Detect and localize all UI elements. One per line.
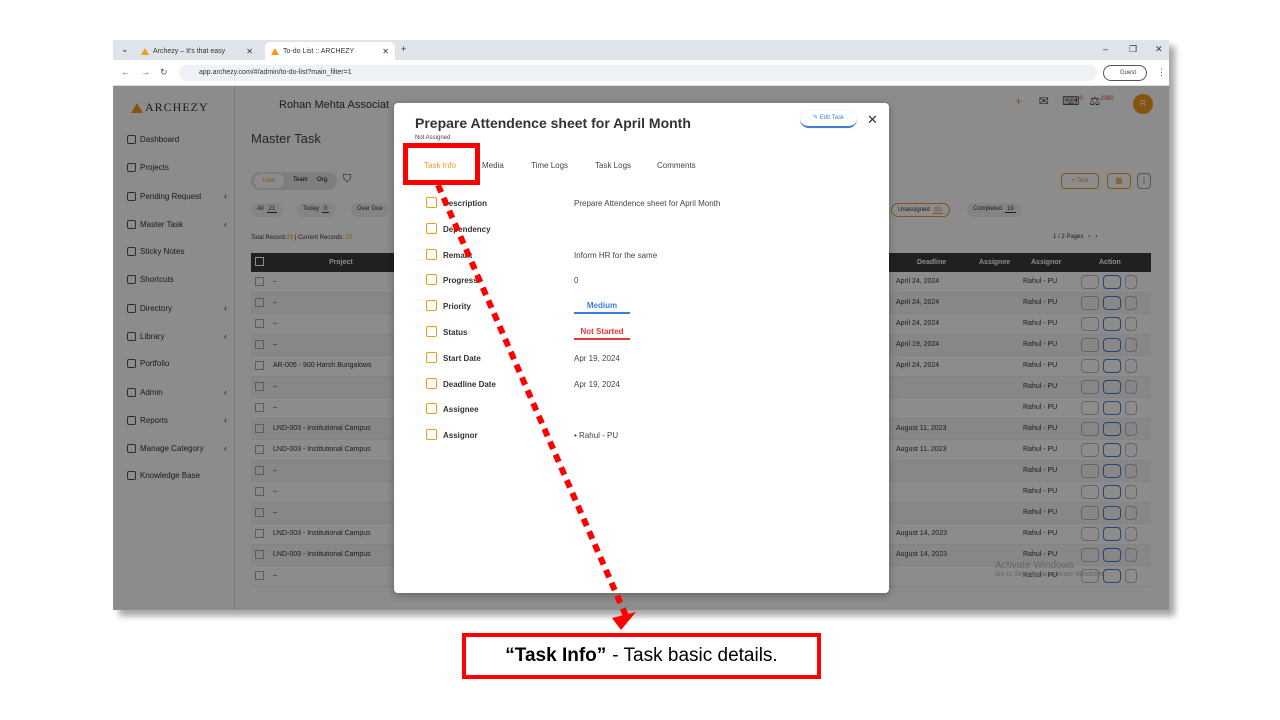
field-label: Assignee xyxy=(443,405,479,415)
caption-bold: “Task Info” xyxy=(505,645,607,666)
url-text: app.archezy.com/#/admin/to-do-list?main_… xyxy=(199,69,352,76)
close-window-button[interactable]: ✕ xyxy=(1155,44,1163,55)
tab-time-logs[interactable]: Time Logs xyxy=(531,161,568,170)
browser-menu-icon[interactable]: ⋮ xyxy=(1157,67,1166,78)
start-date-icon xyxy=(426,351,437,363)
slide: ⌄ Archezy – It's that easy ✕ To-do List … xyxy=(0,0,1280,720)
progress-icon xyxy=(426,274,437,286)
field-label: Deadline Date xyxy=(443,379,496,389)
tab-title: Archezy – It's that easy xyxy=(153,47,226,55)
field-value: Apr 19, 2024 xyxy=(574,353,620,363)
field-label: Dependency xyxy=(443,224,491,234)
field-label: Priority xyxy=(443,302,472,312)
tab-list-icon[interactable]: ⌄ xyxy=(121,44,129,55)
caption-box: “Task Info” - Task basic details. xyxy=(462,633,821,679)
pencil-icon: ✎ xyxy=(813,115,819,121)
field-label: Description xyxy=(443,199,488,208)
archezy-logo-icon xyxy=(141,47,149,55)
priority-icon xyxy=(426,300,437,312)
profile-label: Guest xyxy=(1120,70,1137,76)
field-label: Remark xyxy=(443,250,473,260)
tab-close-icon[interactable]: ✕ xyxy=(382,47,389,56)
field-label: Start Date xyxy=(443,353,481,363)
assignee-icon xyxy=(426,403,437,415)
reload-icon[interactable]: ↻ xyxy=(160,67,168,78)
tab-close-icon[interactable]: ✕ xyxy=(246,47,253,56)
url-field[interactable]: app.archezy.com/#/admin/to-do-list?main_… xyxy=(179,65,1097,81)
back-icon[interactable]: ← xyxy=(121,67,130,77)
tab-todo[interactable]: To-do List :: ARCHEZY ✕ xyxy=(265,42,395,60)
highlight-box xyxy=(403,143,480,185)
tab-bar: ⌄ Archezy – It's that easy ✕ To-do List … xyxy=(113,40,1169,60)
field-value: Inform HR for the same xyxy=(574,250,658,260)
tab-comments[interactable]: Comments xyxy=(657,161,696,170)
assignor-icon xyxy=(426,429,437,441)
field-value: Apr 19, 2024 xyxy=(574,379,620,389)
task-title: Prepare Attendence sheet for April Month xyxy=(415,115,691,131)
arrow-head xyxy=(612,612,636,630)
field-label: Status xyxy=(443,328,468,337)
restore-button[interactable]: ❐ xyxy=(1129,44,1137,55)
tab-task-logs[interactable]: Task Logs xyxy=(595,161,631,170)
address-bar: ← → ↻ app.archezy.com/#/admin/to-do-list… xyxy=(113,60,1169,86)
priority-badge: Medium xyxy=(574,301,630,315)
deadline-date-icon xyxy=(426,377,437,389)
edit-task-label: Edit Task xyxy=(819,115,844,121)
field-label: Assignor xyxy=(443,431,478,441)
caption-text: - Task basic details. xyxy=(612,645,778,666)
new-tab-button[interactable]: + xyxy=(401,44,406,54)
status-icon xyxy=(426,326,437,337)
task-subtitle: Not Assigned xyxy=(415,135,451,141)
close-modal-button[interactable]: ✕ xyxy=(867,112,878,128)
field-label: Progress xyxy=(443,276,478,286)
tab-title: To-do List :: ARCHEZY xyxy=(283,47,355,55)
tab-archezy[interactable]: Archezy – It's that easy ✕ xyxy=(135,42,259,60)
profile-button[interactable]: Guest xyxy=(1103,65,1147,81)
remark-icon xyxy=(426,248,437,260)
minimize-button[interactable]: – xyxy=(1103,44,1108,54)
tab-media[interactable]: Media xyxy=(482,161,504,170)
archezy-logo-icon xyxy=(271,47,279,55)
description-icon xyxy=(426,197,437,208)
field-value: Prepare Attendence sheet for April Month xyxy=(574,199,721,208)
field-value: 0 xyxy=(574,276,579,286)
field-value: • Rahul - PU xyxy=(574,431,619,441)
edit-task-button[interactable]: ✎ Edit Task xyxy=(800,110,857,128)
forward-icon[interactable]: → xyxy=(141,67,150,77)
status-badge: Not Started xyxy=(574,327,630,340)
dependency-icon xyxy=(426,222,437,234)
